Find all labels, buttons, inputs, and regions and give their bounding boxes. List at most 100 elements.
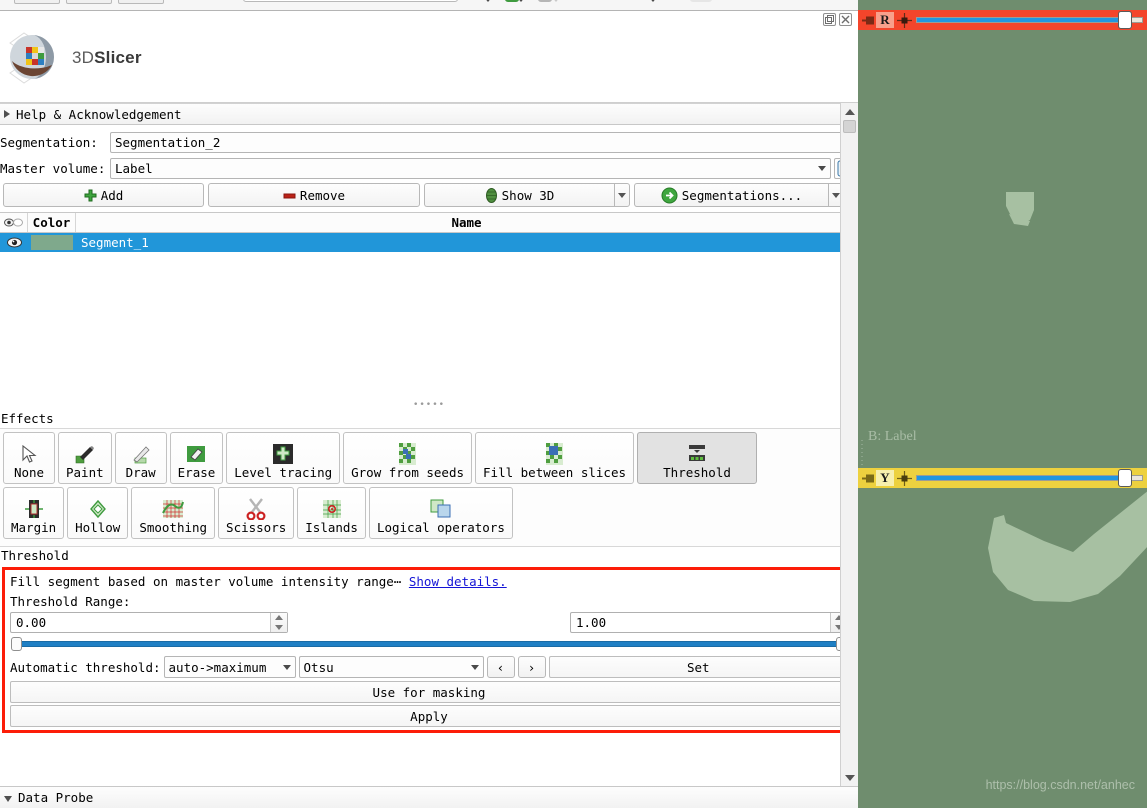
effect-paint[interactable]: Paint [58,432,112,484]
use-for-masking-button[interactable]: Use for masking [10,681,848,703]
show-3d-dropdown-button[interactable] [614,183,630,207]
toolbar-gray-icon[interactable] [538,0,552,2]
spinner-up-icon[interactable] [271,613,287,623]
toolbar-caret-4[interactable] [648,0,658,2]
effect-hollow[interactable]: Hollow [67,487,129,539]
scrollbar-thumb[interactable] [843,120,856,133]
toolbar-caret-3[interactable] [551,0,561,2]
yellow-slice-controller[interactable]: Y [858,468,1147,488]
effect-islands[interactable]: Islands [297,487,366,539]
close-panel-button[interactable] [839,13,852,26]
slider-handle[interactable] [1118,469,1132,487]
data-probe-section[interactable]: Data Probe [0,786,858,808]
toolbar-button-4[interactable] [690,0,712,2]
logical-operators-icon [430,498,452,520]
next-method-button[interactable]: › [517,656,546,678]
pin-icon[interactable] [860,474,876,483]
color-column-header[interactable]: Color [28,213,76,232]
reticle-icon[interactable] [894,12,914,28]
set-threshold-button[interactable]: Set [548,656,848,678]
toolbar-caret-2[interactable] [516,0,526,2]
threshold-slider-min-handle[interactable] [11,637,22,651]
help-acknowledgement-section[interactable]: Help & Acknowledgement [0,103,858,125]
app-title-prefix: 3D [72,48,95,67]
threshold-max-value: 1.00 [576,615,607,630]
previous-method-button[interactable]: ‹ [486,656,515,678]
threshold-slider-track [11,641,847,647]
segmentation-form: Segmentation: Segmentation_2 Master volu… [0,125,858,181]
red-slice-letter[interactable]: R [876,12,894,28]
automatic-method-select[interactable]: Otsu [298,656,484,678]
splitter-handle[interactable]: ••••• [0,400,858,410]
slice-viewer[interactable]: R B: Label Y https://blog.csdn.net/anhec [858,0,1147,808]
effect-smoothing[interactable]: Smoothing [131,487,216,539]
toolbar-button-2[interactable] [66,0,112,4]
effect-fill-between-slices[interactable]: Fill between slices [475,432,635,484]
scroll-up-button[interactable] [841,103,858,120]
apply-threshold-button[interactable]: Apply [10,705,848,727]
scissors-icon [246,498,266,520]
scroll-down-button[interactable] [841,769,858,786]
reticle-icon[interactable] [894,470,914,486]
remove-segment-button[interactable]: Remove [208,183,420,207]
plus-icon [84,189,97,201]
toolbar-button-1[interactable] [14,0,60,4]
effect-grow-from-seeds[interactable]: Grow from seeds [343,432,473,484]
master-volume-select[interactable]: Label [110,157,831,179]
effect-none[interactable]: None [3,432,55,484]
chevron-up-icon [844,108,855,115]
threshold-range-label: Threshold Range: [10,594,131,609]
effect-level-tracing[interactable]: Level tracing [226,432,341,484]
threshold-icon [687,443,707,465]
segmentation-select[interactable]: Segmentation_2 [110,131,854,153]
effect-logical-operators-label: Logical operators [376,520,505,535]
red-slice-slider[interactable] [914,10,1145,30]
effect-draw[interactable]: Draw [114,432,167,484]
segmentations-arrow-icon [661,187,678,203]
spinner-down-icon[interactable] [271,623,287,633]
segment-name[interactable]: Segment_1 [76,233,858,252]
segment-color-swatch[interactable] [28,233,76,252]
segmentations-label: Segmentations... [681,187,803,203]
module-search-field[interactable] [243,0,458,2]
toolbar-button-3[interactable] [118,0,164,4]
threshold-max-input[interactable]: 1.00 [570,612,848,633]
effects-row-2: Margin Hollow Smoothing Scissors Islands… [3,487,855,539]
yellow-slice-slider[interactable] [914,468,1145,488]
undock-panel-button[interactable] [823,13,836,26]
threshold-min-spinner[interactable] [270,613,287,632]
show-details-link[interactable]: Show details. [409,574,507,589]
automatic-mode-select[interactable]: auto->maximum [163,656,296,678]
show-3d-button[interactable]: Show 3D [424,183,614,207]
add-segment-button[interactable]: Add [3,183,204,207]
effect-logical-operators[interactable]: Logical operators [368,487,513,539]
table-row[interactable]: Segment_1 [0,233,858,252]
red-slice-controller[interactable]: R [858,10,1147,30]
module-panel-scrollbar[interactable] [840,103,858,786]
layer-label: B: Label [868,429,917,444]
automatic-threshold-label: Automatic threshold: [10,659,161,675]
effect-scissors[interactable]: Scissors [218,487,295,539]
name-column-header[interactable]: Name [76,213,858,232]
effect-level-tracing-label: Level tracing [234,465,333,480]
visibility-column-header[interactable] [0,213,28,232]
main-toolbar[interactable] [0,0,858,11]
effect-smoothing-label: Smoothing [139,520,208,535]
pin-icon[interactable] [860,16,876,25]
data-probe-label: Data Probe [18,790,94,805]
threshold-panel-wrapper: Fill segment based on master volume inte… [0,567,858,733]
yellow-slice-letter[interactable]: Y [876,470,894,486]
effect-erase[interactable]: Erase [169,432,224,484]
effect-margin[interactable]: Margin [3,487,65,539]
threshold-range-slider[interactable] [11,637,847,651]
effect-threshold[interactable]: Threshold [637,432,758,484]
segment-action-buttons: Add Remove Show 3D Segmentations... [0,181,858,207]
segmentations-button[interactable]: Segmentations... [634,183,828,207]
toolbar-caret-1[interactable] [483,0,493,2]
master-volume-row: Master volume: Label [0,155,858,181]
panel-window-buttons[interactable] [823,13,852,26]
segment-visibility-toggle[interactable] [0,233,28,252]
threshold-min-input[interactable]: 0.00 [10,612,288,633]
slider-handle[interactable] [1118,11,1132,29]
segment-table-body[interactable] [0,252,858,400]
